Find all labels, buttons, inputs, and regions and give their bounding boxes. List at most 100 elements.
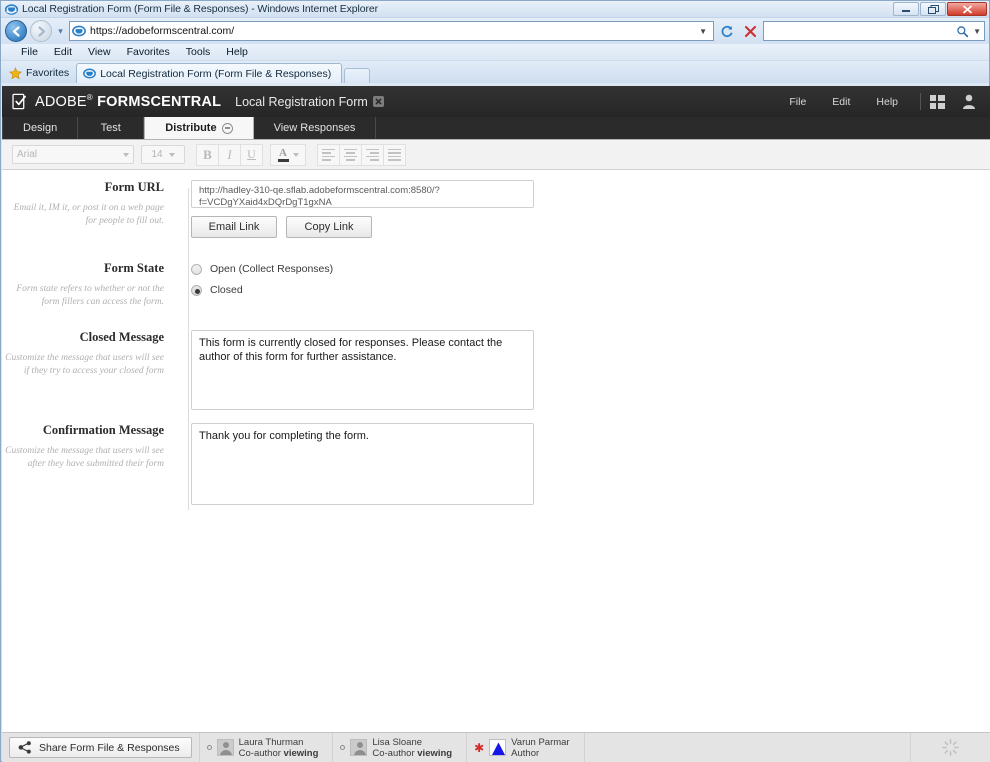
apps-grid-icon[interactable]	[930, 95, 945, 109]
collaborator-role-text: Co-author	[372, 748, 414, 759]
document-title-text: Local Registration Form	[235, 95, 368, 109]
tab-view-responses[interactable]: View Responses	[254, 117, 377, 139]
closed-message-input[interactable]: This form is currently closed for respon…	[191, 330, 534, 410]
restore-button[interactable]	[920, 2, 946, 16]
collaborator-info: Lisa Sloane Co-author viewing	[372, 737, 452, 759]
minimize-button[interactable]	[893, 2, 919, 16]
confirmation-message-label-col: Confirmation Message Customize the messa…	[2, 423, 182, 505]
navigation-bar: ▾ https://adobeformscentral.com/ ▼ ▼	[1, 18, 989, 44]
chevron-down-icon[interactable]	[293, 153, 299, 157]
form-url-label-col: Form URL Email it, IM it, or post it on …	[2, 180, 182, 238]
search-provider-dropdown-icon[interactable]: ▼	[973, 27, 981, 36]
back-button[interactable]	[5, 20, 27, 42]
bold-button[interactable]: B	[196, 144, 219, 166]
address-bar[interactable]: https://adobeformscentral.com/ ▼	[69, 21, 714, 41]
document-title: Local Registration Form	[235, 95, 384, 109]
presence-dot-icon	[340, 745, 345, 750]
align-justify-button[interactable]	[383, 144, 406, 166]
window-title: Local Registration Form (Form File & Res…	[22, 3, 378, 15]
text-color-letter: A	[279, 148, 287, 158]
font-family-select[interactable]: Arial	[12, 145, 134, 164]
history-dropdown-icon[interactable]: ▾	[55, 26, 66, 37]
email-link-button[interactable]: Email Link	[191, 216, 277, 238]
form-url-actions: Email Link Copy Link	[191, 216, 534, 238]
formscentral-app: ADOBE® FORMSCENTRAL Local Registration F…	[2, 86, 990, 762]
new-tab-button[interactable]	[344, 68, 370, 83]
app-menu-file[interactable]: File	[776, 94, 819, 110]
distribute-panel: Form URL Email it, IM it, or post it on …	[2, 170, 990, 762]
radio-closed-label: Closed	[210, 284, 243, 296]
tab-test[interactable]: Test	[78, 117, 144, 139]
form-state-field-col: Open (Collect Responses) Closed	[182, 261, 333, 309]
confirmation-message-field-col: Thank you for completing the form.	[182, 423, 534, 505]
forward-button[interactable]	[30, 20, 52, 42]
refresh-button[interactable]	[717, 21, 737, 41]
align-center-button[interactable]	[339, 144, 362, 166]
brand-product: FORMSCENTRAL	[97, 94, 221, 110]
confirmation-message-input[interactable]: Thank you for completing the form.	[191, 423, 534, 505]
font-size-select[interactable]: 14	[141, 145, 185, 164]
radio-closed[interactable]: Closed	[191, 284, 333, 296]
browser-tab[interactable]: Local Registration Form (Form File & Res…	[76, 63, 342, 83]
chevron-down-icon	[123, 153, 129, 157]
collaborator-laura-thurman[interactable]: Laura Thurman Co-author viewing	[199, 733, 334, 762]
align-right-button[interactable]	[361, 144, 384, 166]
menu-tools[interactable]: Tools	[178, 45, 219, 59]
share-form-button[interactable]: Share Form File & Responses	[9, 737, 192, 758]
stop-button[interactable]	[740, 21, 760, 41]
tab-distribute-label: Distribute	[165, 122, 216, 134]
app-menu-edit[interactable]: Edit	[819, 94, 863, 110]
collaborator-role: Co-author viewing	[372, 748, 452, 759]
form-url-description: Email it, IM it, or post it on a web pag…	[2, 202, 164, 228]
account-icon[interactable]	[962, 94, 976, 109]
italic-button[interactable]: I	[218, 144, 241, 166]
brand-registered-mark: ®	[87, 93, 93, 102]
closed-message-field-col: This form is currently closed for respon…	[182, 330, 534, 410]
text-style-group: B I U	[196, 144, 263, 166]
section-form-url: Form URL Email it, IM it, or post it on …	[2, 170, 990, 238]
radio-open-input[interactable]	[191, 264, 202, 275]
share-icon	[18, 741, 32, 754]
section-divider	[188, 188, 189, 510]
tab-design[interactable]: Design	[2, 117, 78, 139]
tab-distribute[interactable]: Distribute	[144, 117, 253, 139]
align-left-button[interactable]	[317, 144, 340, 166]
form-state-label-col: Form State Form state refers to whether …	[2, 261, 182, 309]
menu-view[interactable]: View	[80, 45, 119, 59]
app-menu-help[interactable]: Help	[863, 94, 911, 110]
section-closed-message: Closed Message Customize the message tha…	[2, 309, 990, 410]
underline-button[interactable]: U	[240, 144, 263, 166]
address-dropdown-icon[interactable]: ▼	[695, 27, 711, 36]
form-url-title: Form URL	[2, 180, 164, 195]
favorites-label: Favorites	[26, 67, 69, 79]
app-header: ADOBE® FORMSCENTRAL Local Registration F…	[2, 86, 990, 117]
internet-explorer-icon	[5, 3, 18, 16]
menu-favorites[interactable]: Favorites	[119, 45, 178, 59]
collaborator-varun-parmar[interactable]: ✱ Varun Parmar Author	[467, 733, 585, 762]
menu-file[interactable]: File	[13, 45, 46, 59]
radio-closed-input[interactable]	[191, 285, 202, 296]
text-color-button[interactable]: A	[270, 144, 306, 166]
presence-dot-icon	[207, 745, 212, 750]
menu-help[interactable]: Help	[218, 45, 256, 59]
radio-open[interactable]: Open (Collect Responses)	[191, 263, 333, 275]
closed-message-title: Closed Message	[2, 330, 164, 345]
collaborator-info: Laura Thurman Co-author viewing	[239, 737, 319, 759]
form-url-value[interactable]: http://hadley-310-qe.sflab.adobeformscen…	[191, 180, 534, 208]
font-size-value: 14	[151, 149, 162, 160]
favorites-button[interactable]: Favorites	[6, 64, 76, 82]
tab-design-label: Design	[23, 122, 57, 134]
chevron-down-icon	[169, 153, 175, 157]
collaborator-name: Laura Thurman	[239, 737, 319, 748]
close-button[interactable]	[947, 2, 987, 16]
copy-link-button[interactable]: Copy Link	[286, 216, 372, 238]
browser-window: Local Registration Form (Form File & Res…	[0, 0, 990, 762]
menu-edit[interactable]: Edit	[46, 45, 80, 59]
format-toolbar: Arial 14 B I U A	[2, 140, 990, 170]
formscentral-logo-icon	[12, 93, 29, 110]
close-document-icon[interactable]	[373, 96, 384, 107]
collaborator-lisa-sloane[interactable]: Lisa Sloane Co-author viewing	[333, 733, 467, 762]
search-box[interactable]: ▼	[763, 21, 985, 41]
form-state-title: Form State	[2, 261, 164, 276]
collaborator-name: Varun Parmar	[511, 737, 569, 748]
